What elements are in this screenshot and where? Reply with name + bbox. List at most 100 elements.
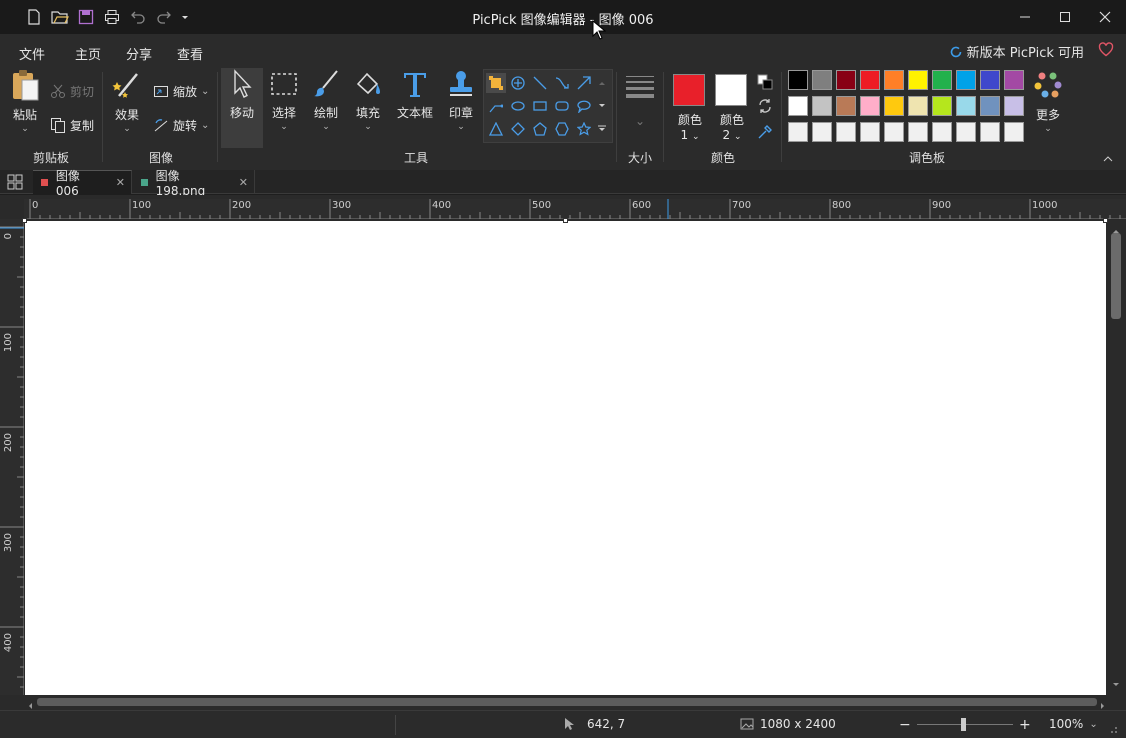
size-button[interactable]: ⌄	[622, 68, 658, 146]
palette-swatch[interactable]	[860, 96, 880, 116]
resize-handle[interactable]	[22, 218, 27, 223]
eyedropper-icon[interactable]	[757, 124, 773, 143]
rotate-button[interactable]: 旋转 ⌄	[153, 114, 209, 136]
palette-swatch[interactable]	[812, 70, 832, 90]
palette-swatch[interactable]	[932, 96, 952, 116]
palette-swatch[interactable]	[884, 96, 904, 116]
palette-swatch[interactable]	[980, 122, 1000, 142]
palette-swatch[interactable]	[836, 122, 856, 142]
palette-swatch[interactable]	[788, 122, 808, 142]
palette-swatch[interactable]	[812, 96, 832, 116]
scroll-up-icon[interactable]	[1112, 223, 1120, 237]
curve-arrow-shape-icon[interactable]	[552, 73, 572, 93]
tab-share[interactable]: 分享	[126, 44, 152, 63]
palette-swatch[interactable]	[788, 70, 808, 90]
update-notice[interactable]: 新版本 PicPick 可用	[949, 42, 1084, 61]
stamp-tool-button[interactable]: 印章 ⌄	[443, 68, 479, 146]
maximize-button[interactable]	[1045, 0, 1085, 34]
default-colors-icon[interactable]	[757, 74, 773, 93]
palette-swatch[interactable]	[1004, 122, 1024, 142]
resize-handle[interactable]	[563, 218, 568, 223]
paste-button[interactable]: 粘贴 ⌄	[8, 68, 42, 146]
rectangle-select-shape-icon[interactable]	[486, 73, 506, 93]
palette-swatch[interactable]	[788, 96, 808, 116]
select-tool-button[interactable]: 选择 ⌄	[266, 68, 302, 146]
minimize-button[interactable]	[1005, 0, 1045, 34]
arrow-shape-icon[interactable]	[574, 73, 594, 93]
tab-file[interactable]: 文件	[19, 44, 45, 63]
palette-swatch[interactable]	[956, 96, 976, 116]
rounded-rectangle-shape-icon[interactable]	[552, 96, 572, 116]
color2-button[interactable]: 颜色 2 ⌄	[715, 111, 749, 142]
vertical-scroll-thumb[interactable]	[1111, 233, 1121, 319]
line-shape-icon[interactable]	[530, 73, 550, 93]
palette-swatch[interactable]	[836, 70, 856, 90]
color1-button[interactable]: 颜色 1 ⌄	[673, 111, 707, 142]
palette-swatch[interactable]	[908, 96, 928, 116]
zoom-out-button[interactable]: −	[899, 717, 911, 733]
close-tab-icon[interactable]: ✕	[239, 176, 248, 189]
more-colors-button[interactable]: 更多 ⌄	[1030, 68, 1066, 146]
horizontal-scrollbar[interactable]	[25, 695, 1108, 709]
palette-swatch[interactable]	[1004, 96, 1024, 116]
tab-home[interactable]: 主页	[75, 44, 102, 70]
ellipse-shape-icon[interactable]	[508, 96, 528, 116]
image-canvas[interactable]	[25, 221, 1106, 695]
palette-swatch[interactable]	[1004, 70, 1024, 90]
zoom-in-button[interactable]: +	[1019, 717, 1031, 733]
move-tool-button[interactable]: 移动	[221, 68, 263, 148]
resize-button[interactable]: 缩放 ⌄	[153, 80, 209, 102]
star-shape-icon[interactable]	[574, 119, 594, 139]
palette-swatch[interactable]	[860, 122, 880, 142]
gallery-down-icon[interactable]	[594, 96, 610, 116]
grid-view-icon[interactable]	[7, 174, 23, 193]
palette-swatch[interactable]	[980, 70, 1000, 90]
speech-bubble-shape-icon[interactable]	[574, 96, 594, 116]
rectangle-shape-icon[interactable]	[530, 96, 550, 116]
palette-swatch[interactable]	[812, 122, 832, 142]
copy-button[interactable]: 复制	[50, 114, 94, 136]
crosshair-shape-icon[interactable]	[508, 73, 528, 93]
swap-colors-icon[interactable]	[757, 98, 773, 117]
palette-swatch[interactable]	[956, 70, 976, 90]
palette-swatch[interactable]	[884, 70, 904, 90]
gallery-up-icon[interactable]	[594, 73, 610, 93]
resize-grip-icon[interactable]	[1108, 723, 1118, 737]
triangle-shape-icon[interactable]	[486, 119, 506, 139]
diamond-shape-icon[interactable]	[508, 119, 528, 139]
connector-shape-icon[interactable]	[486, 96, 506, 116]
close-tab-icon[interactable]: ✕	[116, 176, 125, 189]
palette-swatch[interactable]	[932, 70, 952, 90]
collapse-ribbon-icon[interactable]	[1103, 152, 1113, 166]
color1-swatch[interactable]	[673, 74, 705, 106]
hexagon-shape-icon[interactable]	[552, 119, 572, 139]
doc-tab-image-006[interactable]: 图像 006 ✕	[33, 169, 132, 198]
chevron-down-icon: ⌄	[364, 122, 372, 132]
scroll-down-icon[interactable]	[1112, 677, 1120, 691]
palette-swatch[interactable]	[836, 96, 856, 116]
doc-tab-image-198[interactable]: 图像 198.png ✕	[133, 169, 255, 198]
color2-swatch[interactable]	[715, 74, 747, 106]
zoom-slider-thumb[interactable]	[961, 718, 966, 731]
palette-swatch[interactable]	[908, 70, 928, 90]
palette-swatch[interactable]	[980, 96, 1000, 116]
effects-button[interactable]: 效果 ⌄	[110, 68, 144, 146]
palette-swatch[interactable]	[956, 122, 976, 142]
palette-swatch[interactable]	[860, 70, 880, 90]
close-button[interactable]	[1085, 0, 1125, 34]
palette-swatch[interactable]	[908, 122, 928, 142]
heart-icon[interactable]	[1098, 42, 1114, 60]
textbox-tool-button[interactable]: 文本框	[393, 68, 437, 146]
horizontal-scroll-thumb[interactable]	[37, 698, 1097, 706]
brush-icon	[314, 70, 338, 97]
vertical-scrollbar[interactable]	[1108, 221, 1124, 695]
gallery-expand-icon[interactable]	[594, 119, 610, 139]
cut-button[interactable]: 剪切	[50, 80, 94, 102]
palette-swatch[interactable]	[932, 122, 952, 142]
fill-tool-button[interactable]: 填充 ⌄	[350, 68, 386, 146]
pentagon-shape-icon[interactable]	[530, 119, 550, 139]
zoom-level-dropdown[interactable]: 100% ⌄	[1049, 717, 1098, 731]
draw-tool-button[interactable]: 绘制 ⌄	[308, 68, 344, 146]
tab-view[interactable]: 查看	[177, 44, 203, 63]
palette-swatch[interactable]	[884, 122, 904, 142]
